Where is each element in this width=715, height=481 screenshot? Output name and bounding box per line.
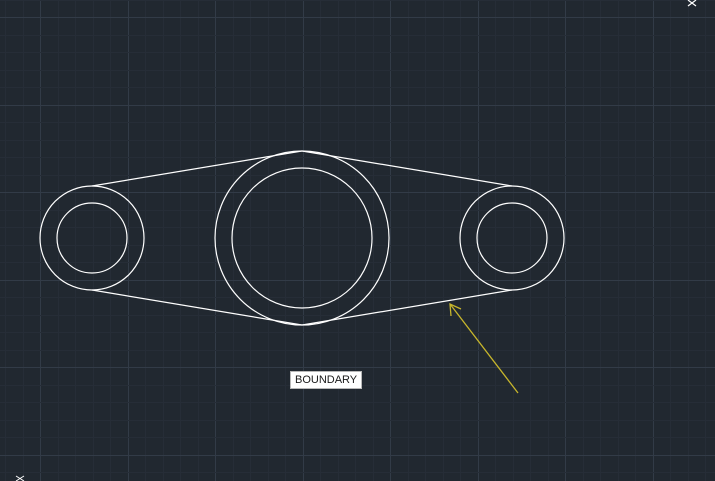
tangent-line-bottom-left[interactable] — [91, 289, 303, 326]
grid — [0, 0, 715, 481]
tangent-line-bottom-right[interactable] — [301, 289, 513, 326]
tangent-line-top-right[interactable] — [301, 150, 513, 187]
center-boss-inner-circle[interactable] — [231, 167, 373, 309]
boundary-label: BOUNDARY — [290, 371, 363, 389]
center-boss-outer-circle[interactable] — [214, 150, 390, 326]
model-space-canvas[interactable] — [0, 0, 715, 481]
part-geometry[interactable] — [39, 150, 565, 326]
drawing-viewport[interactable]: BOUNDARY — [0, 0, 715, 481]
tangent-line-top-left[interactable] — [91, 150, 303, 187]
ucs-axis-icon — [15, 475, 25, 481]
